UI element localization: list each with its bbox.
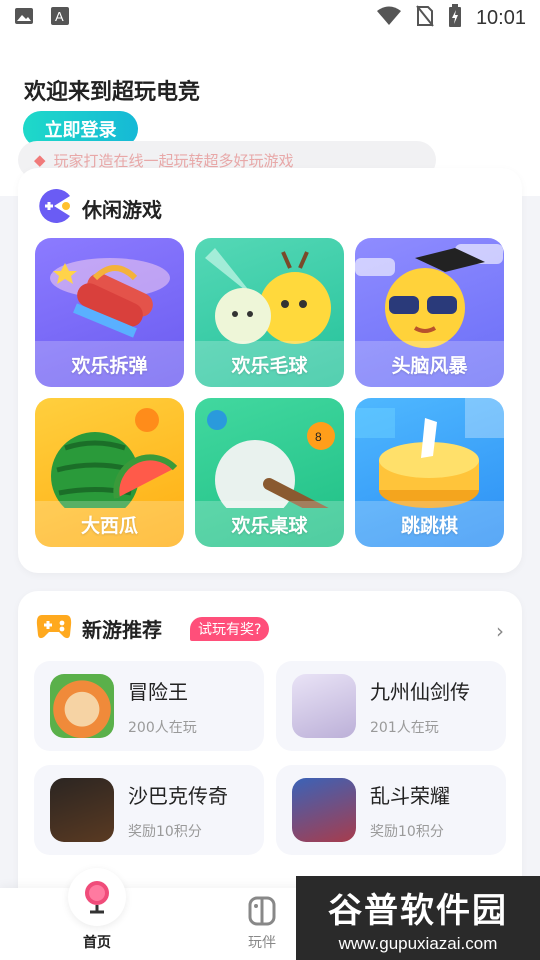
game-label: 欢乐桌球 <box>195 501 344 547</box>
casual-games-grid: 欢乐拆弹 欢乐毛球 头脑风暴 大西瓜 8 欢乐桌球 跳跳棋 <box>35 238 505 547</box>
watermelon-art-icon <box>51 408 178 520</box>
watermark-title: 谷普软件园 <box>328 890 508 931</box>
casual-games-card: 休闲游戏 欢乐拆弹 欢乐毛球 头脑风暴 大西瓜 8 欢乐桌球 跳跳棋 <box>18 168 522 573</box>
casual-games-header: 休闲游戏 <box>36 188 162 228</box>
game-tile-billiards[interactable]: 8 欢乐桌球 <box>195 398 344 547</box>
game-subtitle: 200人在玩 <box>128 719 197 736</box>
chevron-right-icon[interactable]: › <box>496 619 504 643</box>
game-tile-furball[interactable]: 欢乐毛球 <box>195 238 344 387</box>
game-name: 沙巴克传奇 <box>128 783 228 808</box>
game-subtitle: 201人在玩 <box>370 719 439 736</box>
nav-home[interactable]: 首页 <box>60 868 134 958</box>
font-icon: A <box>50 6 70 30</box>
game-label: 跳跳棋 <box>355 501 504 547</box>
nav-play-label: 玩伴 <box>248 935 276 951</box>
no-sim-icon <box>416 5 434 31</box>
watermark-url: www.gupuxiazai.com <box>338 933 498 953</box>
battery-charging-icon <box>448 4 462 32</box>
switch-console-icon <box>248 896 276 926</box>
welcome-text: 欢迎来到超玩电竞 <box>24 80 201 105</box>
new-games-title: 新游推荐 <box>82 617 162 642</box>
new-game-item[interactable]: 沙巴克传奇 奖励10积分 <box>34 765 264 855</box>
game-name: 乱斗荣耀 <box>370 783 450 808</box>
game-label: 欢乐拆弹 <box>35 341 184 387</box>
game-icon-shabake <box>50 778 114 842</box>
game-label: 大西瓜 <box>35 501 184 547</box>
nav-playmate[interactable]: 玩伴 <box>248 896 276 952</box>
game-icon-luandou <box>292 778 356 842</box>
microphone-icon <box>85 881 109 914</box>
billiards-art-icon: 8 <box>207 410 341 524</box>
game-icon-jiuzhou <box>292 674 356 738</box>
game-subtitle: 奖励10积分 <box>370 823 444 840</box>
trial-reward-tag[interactable]: 试玩有奖? <box>190 617 270 641</box>
game-tile-watermelon[interactable]: 大西瓜 <box>35 398 184 547</box>
game-tile-bomb[interactable]: 欢乐拆弹 <box>35 238 184 387</box>
watermark: 谷普软件园 www.gupuxiazai.com <box>296 876 540 960</box>
jumpchess-art-icon <box>355 398 504 508</box>
image-icon <box>14 7 34 29</box>
game-tile-jumpchess[interactable]: 跳跳棋 <box>355 398 504 547</box>
game-subtitle: 奖励10积分 <box>128 823 202 840</box>
brainstorm-art-icon <box>355 244 503 348</box>
new-games-list: 冒险王 200人在玩 九州仙剑传 201人在玩 沙巴克传奇 奖励10积分 乱斗荣… <box>34 661 506 855</box>
game-name: 九州仙剑传 <box>370 679 470 704</box>
game-label: 欢乐毛球 <box>195 341 344 387</box>
game-label: 头脑风暴 <box>355 341 504 387</box>
status-bar: A 10:01 <box>0 0 540 36</box>
bomb-art-icon <box>50 258 170 338</box>
game-tile-brainstorm[interactable]: 头脑风暴 <box>355 238 504 387</box>
megaphone-icon: ◆ <box>34 151 46 169</box>
furball-art-icon <box>205 248 331 344</box>
svg-text:8: 8 <box>315 430 322 444</box>
game-icon-mushroom <box>50 674 114 738</box>
casual-games-title: 休闲游戏 <box>82 197 162 222</box>
gamepad-pacman-icon <box>36 188 72 228</box>
new-game-item[interactable]: 乱斗荣耀 奖励10积分 <box>276 765 506 855</box>
wifi-icon <box>376 6 402 30</box>
new-game-item[interactable]: 九州仙剑传 201人在玩 <box>276 661 506 751</box>
nav-home-label: 首页 <box>83 935 111 951</box>
clock: 10:01 <box>475 6 526 29</box>
gamepad-icon <box>36 611 72 645</box>
game-name: 冒险王 <box>128 679 188 704</box>
svg-text:A: A <box>55 9 64 24</box>
new-games-header: 新游推荐 <box>36 611 162 645</box>
home-bubble <box>68 868 126 926</box>
new-game-item[interactable]: 冒险王 200人在玩 <box>34 661 264 751</box>
